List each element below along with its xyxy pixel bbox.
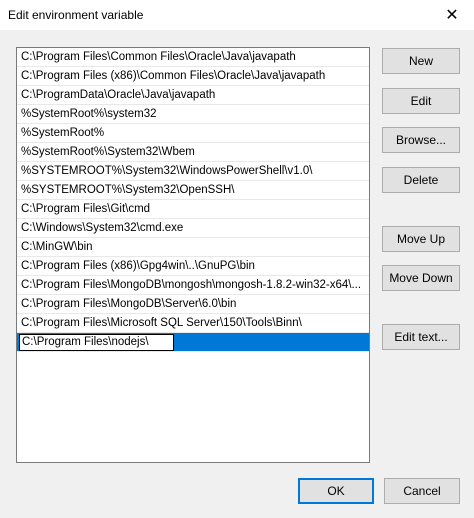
browse-button[interactable]: Browse... [382, 127, 460, 153]
title-bar: Edit environment variable ✕ [0, 0, 474, 30]
list-item[interactable]: C:\ProgramData\Oracle\Java\javapath [17, 86, 369, 105]
path-list[interactable]: C:\Program Files\Common Files\Oracle\Jav… [16, 47, 370, 463]
window-title: Edit environment variable [8, 8, 144, 22]
list-item[interactable]: C:\Program Files\Microsoft SQL Server\15… [17, 314, 369, 333]
list-item[interactable]: C:\Program Files (x86)\Gpg4win\..\GnuPG\… [17, 257, 369, 276]
list-item[interactable]: %SystemRoot% [17, 124, 369, 143]
cancel-button[interactable]: Cancel [384, 478, 460, 504]
list-item[interactable]: C:\Program Files\Git\cmd [17, 200, 369, 219]
list-item[interactable]: %SystemRoot%\system32 [17, 105, 369, 124]
list-item[interactable]: %SYSTEMROOT%\System32\WindowsPowerShell\… [17, 162, 369, 181]
list-item[interactable]: C:\Program Files\MongoDB\mongosh\mongosh… [17, 276, 369, 295]
close-icon[interactable]: ✕ [430, 0, 474, 30]
list-item[interactable]: C:\Program Files\Common Files\Oracle\Jav… [17, 48, 369, 67]
delete-button[interactable]: Delete [382, 167, 460, 193]
list-item-editing[interactable]: C:\Program Files\nodejs\ [17, 333, 369, 352]
ok-button[interactable]: OK [298, 478, 374, 504]
edit-button[interactable]: Edit [382, 88, 460, 114]
edit-text-button[interactable]: Edit text... [382, 324, 460, 350]
list-item[interactable]: C:\MinGW\bin [17, 238, 369, 257]
path-edit-input[interactable]: C:\Program Files\nodejs\ [19, 334, 174, 351]
move-up-button[interactable]: Move Up [382, 226, 460, 252]
list-item[interactable]: C:\Windows\System32\cmd.exe [17, 219, 369, 238]
list-item[interactable]: %SystemRoot%\System32\Wbem [17, 143, 369, 162]
list-item[interactable]: C:\Program Files (x86)\Common Files\Orac… [17, 67, 369, 86]
new-button[interactable]: New [382, 48, 460, 74]
move-down-button[interactable]: Move Down [382, 265, 460, 291]
list-item[interactable]: %SYSTEMROOT%\System32\OpenSSH\ [17, 181, 369, 200]
list-item[interactable]: C:\Program Files\MongoDB\Server\6.0\bin [17, 295, 369, 314]
